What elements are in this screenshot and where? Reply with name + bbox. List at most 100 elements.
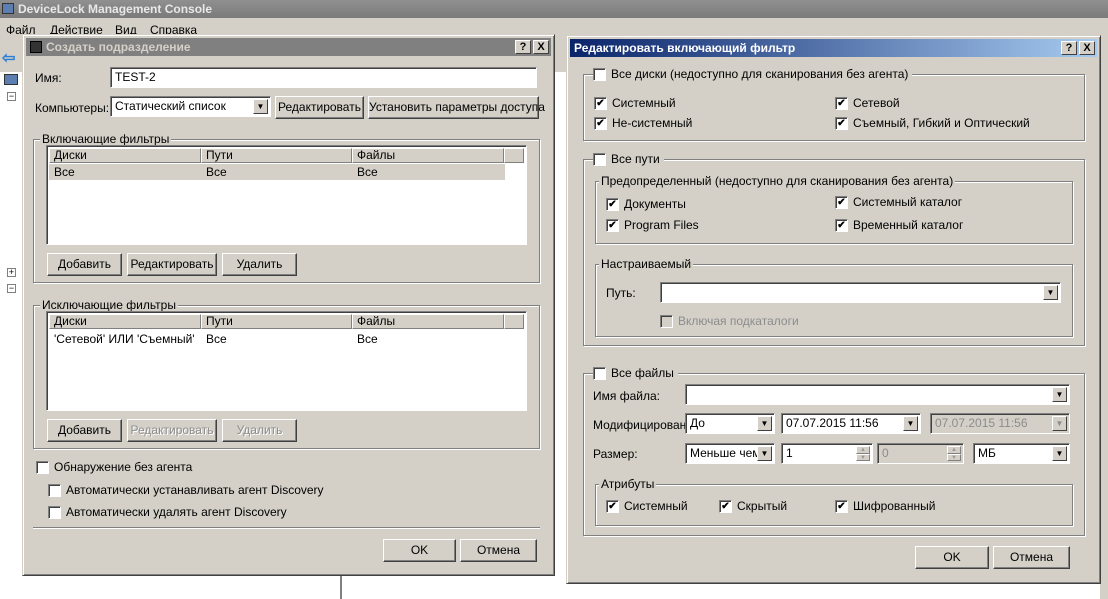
dialog-titlebar: Создать подразделение ? X	[26, 38, 551, 56]
disk-system-checkbox[interactable]: ✔ Системный	[594, 97, 676, 110]
checkbox-box	[48, 506, 61, 519]
documents-label: Документы	[624, 197, 686, 211]
tree-collapse-icon[interactable]: −	[7, 92, 16, 101]
include-subdirs-checkbox[interactable]: Включая подкаталоги	[660, 315, 799, 328]
exclude-add-button[interactable]: Добавить	[47, 419, 122, 442]
help-button[interactable]: ?	[515, 40, 531, 54]
console-app-icon	[2, 3, 14, 14]
include-edit-button[interactable]: Редактировать	[127, 253, 217, 276]
column-header[interactable]: Диски	[49, 314, 201, 329]
chevron-down-icon[interactable]: ▼	[1052, 446, 1067, 461]
computer-icon	[4, 74, 18, 85]
attr-hidden-checkbox[interactable]: ✔ Скрытый	[719, 500, 787, 513]
column-header[interactable]: Диски	[49, 148, 201, 163]
modified-op-select[interactable]: До ▼	[685, 413, 775, 434]
auto-remove-checkbox[interactable]: Автоматически удалять агент Discovery	[48, 506, 287, 519]
include-filters-list[interactable]: Диски Пути Файлы Все Все Все	[46, 145, 527, 245]
temp-folder-label: Временный каталог	[853, 218, 964, 232]
size-value2: 0	[882, 446, 889, 460]
program-files-checkbox[interactable]: ✔ Program Files	[606, 219, 699, 232]
chevron-down-icon[interactable]: ▼	[1043, 285, 1058, 300]
computers-label: Компьютеры:	[35, 101, 110, 115]
modified-date2-value: 07.07.2015 11:56	[935, 416, 1028, 430]
auto-install-checkbox[interactable]: Автоматически устанавливать агент Discov…	[48, 484, 324, 497]
disk-network-checkbox[interactable]: ✔ Сетевой	[835, 97, 900, 110]
check-icon: ✔	[835, 196, 848, 209]
modified-date2-picker[interactable]: 07.07.2015 11:56 ▼	[930, 413, 1070, 434]
predefined-label: Предопределенный (недоступно для сканиро…	[599, 174, 956, 188]
program-files-label: Program Files	[624, 218, 699, 232]
modified-date-picker[interactable]: 07.07.2015 11:56 ▼	[781, 413, 921, 434]
size-value1-spinner[interactable]: 1 ▲ ▼	[781, 443, 873, 464]
dialog-title: Редактировать включающий фильтр	[574, 41, 796, 55]
include-add-button[interactable]: Добавить	[47, 253, 122, 276]
close-button[interactable]: X	[1079, 41, 1095, 55]
attributes-label: Атрибуты	[599, 477, 657, 491]
exclude-filters-list[interactable]: Диски Пути Файлы 'Сетевой' ИЛИ 'Съемный'…	[46, 311, 527, 411]
chevron-down-icon[interactable]: ▼	[757, 446, 772, 461]
console-titlebar: DeviceLock Management Console	[0, 0, 1108, 18]
chevron-down-icon[interactable]: ▼	[757, 416, 772, 431]
chevron-down-icon[interactable]: ▼	[253, 99, 268, 114]
divider	[33, 527, 540, 529]
chevron-down-icon[interactable]: ▼	[1052, 387, 1067, 402]
all-files-checkbox[interactable]: Все файлы	[593, 367, 678, 380]
spinner-arrows-icon[interactable]: ▲ ▼	[947, 446, 961, 461]
attr-encrypted-checkbox[interactable]: ✔ Шифрованный	[835, 500, 935, 513]
ok-button[interactable]: OK	[915, 546, 989, 569]
column-header[interactable]: Файлы	[352, 314, 504, 329]
attr-encrypted-label: Шифрованный	[853, 499, 936, 513]
system-folder-label: Системный каталог	[853, 195, 963, 209]
exclude-edit-button[interactable]: Редактировать	[127, 419, 217, 442]
all-paths-checkbox[interactable]: Все пути	[593, 153, 664, 166]
agentless-checkbox[interactable]: Обнаружение без агента	[36, 461, 192, 474]
exclude-delete-button[interactable]: Удалить	[222, 419, 297, 442]
system-folder-checkbox[interactable]: ✔ Системный каталог	[835, 196, 962, 209]
close-button[interactable]: X	[533, 40, 549, 54]
column-header[interactable]: Пути	[201, 148, 352, 163]
ok-button[interactable]: OK	[383, 539, 456, 562]
tree-collapse-icon[interactable]: −	[7, 284, 16, 293]
all-disks-label: Все диски (недоступно для сканирования б…	[611, 67, 909, 81]
check-icon: ✔	[835, 500, 848, 513]
set-access-button[interactable]: Установить параметры доступа	[368, 96, 545, 119]
name-input[interactable]: TEST-2	[110, 67, 537, 88]
checkbox-box	[48, 484, 61, 497]
path-combobox[interactable]: ▼	[660, 282, 1061, 303]
tree-expand-icon[interactable]: +	[7, 268, 16, 277]
edit-computers-button[interactable]: Редактировать	[275, 96, 364, 119]
include-delete-button[interactable]: Удалить	[222, 253, 297, 276]
temp-folder-checkbox[interactable]: ✔ Временный каталог	[835, 219, 963, 232]
computers-select[interactable]: Статический список ▼	[110, 96, 271, 117]
cancel-button[interactable]: Отмена	[460, 539, 537, 562]
check-icon: ✔	[606, 198, 619, 211]
attr-system-checkbox[interactable]: ✔ Системный	[606, 500, 688, 513]
column-header[interactable]: Пути	[201, 314, 352, 329]
computers-value: Статический список	[115, 99, 226, 113]
size-op-select[interactable]: Меньше чем ▼	[685, 443, 775, 464]
table-row[interactable]: 'Сетевой' ИЛИ 'Съемный' Все Все	[49, 331, 505, 347]
disk-removable-checkbox[interactable]: ✔ Съемный, Гибкий и Оптический	[835, 117, 1030, 130]
cell-files: Все	[357, 332, 378, 346]
disk-nonsystem-checkbox[interactable]: ✔ Не-системный	[594, 117, 692, 130]
table-row[interactable]: Все Все Все	[49, 164, 505, 180]
size-unit-select[interactable]: МБ ▼	[973, 443, 1070, 464]
chevron-down-icon[interactable]: ▼	[903, 416, 918, 431]
custom-label: Настраиваемый	[599, 257, 694, 271]
size-value2-spinner[interactable]: 0 ▲ ▼	[877, 443, 964, 464]
checkbox-box	[593, 153, 606, 166]
cancel-button[interactable]: Отмена	[993, 546, 1070, 569]
filename-combobox[interactable]: ▼	[685, 384, 1070, 405]
chevron-down-icon[interactable]: ▼	[1052, 416, 1067, 431]
size-value1: 1	[786, 446, 793, 460]
documents-checkbox[interactable]: ✔ Документы	[606, 198, 686, 211]
spinner-arrows-icon[interactable]: ▲ ▼	[856, 446, 870, 461]
checkbox-box	[36, 461, 49, 474]
help-button[interactable]: ?	[1061, 41, 1077, 55]
size-label: Размер:	[593, 447, 638, 461]
checkbox-box	[593, 68, 606, 81]
column-header[interactable]: Файлы	[352, 148, 504, 163]
back-arrow-icon[interactable]: ⇦	[2, 48, 15, 68]
name-label: Имя:	[35, 71, 62, 85]
all-disks-checkbox[interactable]: Все диски (недоступно для сканирования б…	[593, 67, 913, 81]
